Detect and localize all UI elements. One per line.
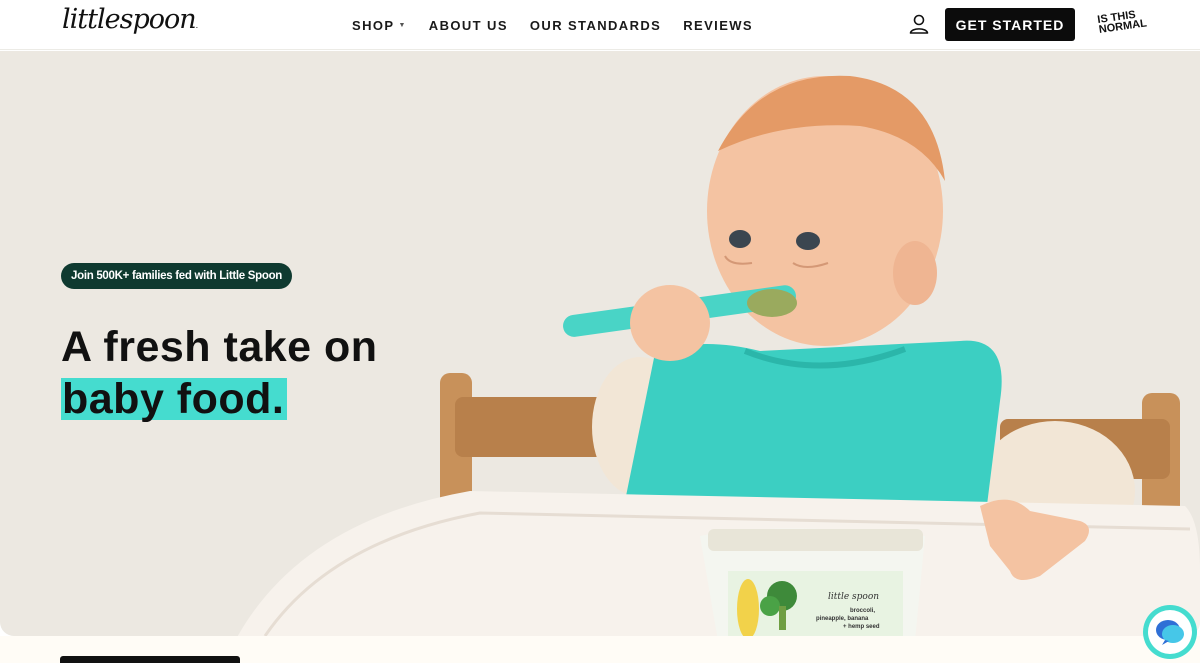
logo-text: littlespoon <box>62 4 197 35</box>
chevron-down-icon: ▼ <box>398 21 407 29</box>
hero-headline: A fresh take on baby food. <box>61 321 378 425</box>
user-icon[interactable] <box>908 13 930 35</box>
get-started-button[interactable]: GET STARTED <box>945 8 1075 41</box>
product-label-line3: + hemp seed <box>843 624 880 630</box>
headline-line-1: A fresh take on <box>61 323 378 371</box>
product-brand: little spoon <box>828 592 879 602</box>
main-nav: SHOP ▼ ABOUT US OUR STANDARDS REVIEWS <box>352 0 775 50</box>
is-this-normal-logo[interactable]: IS THIS NORMAL <box>1097 9 1148 36</box>
logo[interactable]: littlespoon. <box>62 4 198 35</box>
nav-item-shop[interactable]: SHOP ▼ <box>352 18 407 33</box>
logo-mark: . <box>195 21 198 30</box>
nav-item-label: REVIEWS <box>683 17 754 33</box>
nav-item-label: OUR STANDARDS <box>529 17 662 33</box>
site-header: littlespoon. SHOP ▼ ABOUT US OUR STANDAR… <box>0 0 1200 50</box>
product-label-line1: broccoli, <box>850 608 875 614</box>
nav-item-reviews[interactable]: REVIEWS <box>683 18 753 33</box>
chat-button[interactable] <box>1143 605 1197 659</box>
nav-item-label: ABOUT US <box>428 17 508 33</box>
nav-item-about-us[interactable]: ABOUT US <box>429 18 508 33</box>
next-section-heading <box>60 656 260 663</box>
headline-line-2: baby food. <box>61 378 288 421</box>
product-label-line2: pineapple, banana <box>816 616 869 622</box>
chat-icon <box>1148 610 1192 654</box>
families-badge: Join 500K+ families fed with Little Spoo… <box>61 263 293 289</box>
hero-section: little spoon broccoli, pineapple, banana… <box>0 51 1200 636</box>
nav-item-label: SHOP <box>352 17 395 33</box>
nav-item-our-standards[interactable]: OUR STANDARDS <box>530 18 661 33</box>
